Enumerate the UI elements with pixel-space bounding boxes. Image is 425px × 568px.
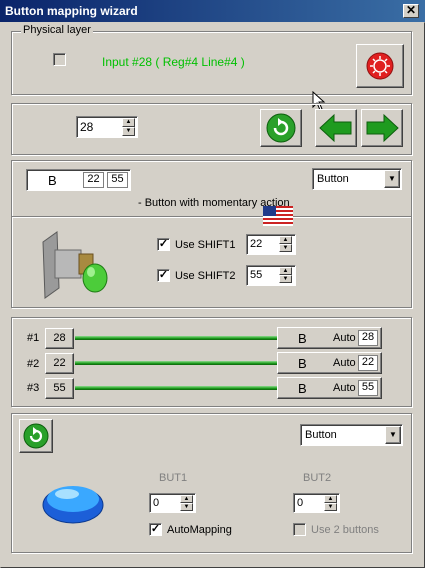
mapping-num-button[interactable]: 55 bbox=[45, 378, 74, 399]
spin-up-icon[interactable]: ▲ bbox=[279, 267, 292, 275]
window-title: Button mapping wizard bbox=[5, 4, 138, 18]
spin-up-icon[interactable]: ▲ bbox=[180, 495, 193, 503]
shift2-checkbox[interactable]: ✓ bbox=[157, 269, 170, 282]
mapping-target-button[interactable]: B Auto 28 bbox=[277, 327, 382, 349]
arrow-left-icon bbox=[319, 113, 352, 143]
spin-up-icon[interactable]: ▲ bbox=[324, 495, 337, 503]
mode-divider bbox=[12, 216, 411, 217]
chevron-down-icon[interactable]: ▼ bbox=[385, 426, 401, 444]
input-info-text: Input #28 ( Reg#4 Line#4 ) bbox=[102, 55, 245, 69]
reset-button[interactable] bbox=[356, 44, 404, 88]
key-display[interactable]: B 22 55 bbox=[26, 169, 131, 191]
shift1-label: Use SHIFT1 bbox=[175, 239, 236, 251]
use2buttons-checkbox bbox=[293, 523, 306, 536]
but1-label: BUT1 bbox=[159, 472, 188, 484]
mapping-link-line bbox=[75, 336, 277, 340]
mapping-index: #3 bbox=[27, 382, 40, 394]
mapping-target-button[interactable]: B Auto 55 bbox=[277, 377, 382, 399]
next-button[interactable] bbox=[361, 109, 403, 147]
arrow-right-icon bbox=[366, 113, 399, 143]
refresh-button[interactable] bbox=[260, 109, 302, 147]
spin-down-icon[interactable]: ▼ bbox=[324, 503, 337, 511]
blue-button-icon bbox=[42, 486, 104, 524]
spin-up-icon[interactable]: ▲ bbox=[279, 236, 292, 244]
shift1-checkbox[interactable]: ✓ bbox=[157, 238, 170, 251]
mapping-num-button[interactable]: 22 bbox=[45, 353, 74, 374]
physical-layer-label: Physical layer bbox=[21, 24, 93, 36]
wizard-window: Physical layer Input #28 ( Reg#4 Line#4 … bbox=[0, 22, 425, 568]
physical-checkbox bbox=[53, 53, 66, 66]
us-flag-icon bbox=[263, 206, 293, 226]
refresh-icon bbox=[23, 423, 49, 449]
shift2-label: Use SHIFT2 bbox=[175, 270, 236, 282]
mapping-index: #1 bbox=[27, 332, 40, 344]
refresh-icon bbox=[266, 113, 296, 143]
mapping-link-line bbox=[75, 361, 277, 365]
red-stop-icon bbox=[366, 52, 394, 80]
previous-button[interactable] bbox=[315, 109, 357, 147]
automapping-checkbox[interactable]: ✓ bbox=[149, 523, 162, 536]
but2-label: BUT2 bbox=[303, 472, 332, 484]
use2buttons-label: Use 2 buttons bbox=[311, 524, 379, 536]
chevron-down-icon[interactable]: ▼ bbox=[384, 170, 400, 188]
spin-down-icon[interactable]: ▼ bbox=[279, 244, 292, 252]
title-bar: Button mapping wizard ✕ bbox=[0, 0, 425, 22]
mapping-index: #2 bbox=[27, 358, 40, 370]
bottom-type-select[interactable]: Button ▼ bbox=[300, 424, 403, 446]
spin-down-icon[interactable]: ▼ bbox=[122, 127, 135, 136]
push-button-illustration bbox=[42, 231, 108, 299]
bottom-refresh-button[interactable] bbox=[19, 419, 53, 453]
mapping-num-button[interactable]: 28 bbox=[45, 328, 74, 349]
spin-down-icon[interactable]: ▼ bbox=[180, 503, 193, 511]
automapping-label: AutoMapping bbox=[167, 524, 232, 536]
mapping-link-line bbox=[75, 386, 277, 390]
mode-type-select[interactable]: Button ▼ bbox=[312, 168, 402, 190]
spin-down-icon[interactable]: ▼ bbox=[279, 275, 292, 283]
spin-up-icon[interactable]: ▲ bbox=[122, 118, 135, 127]
mapping-target-button[interactable]: B Auto 22 bbox=[277, 352, 382, 374]
close-button[interactable]: ✕ bbox=[403, 4, 419, 18]
